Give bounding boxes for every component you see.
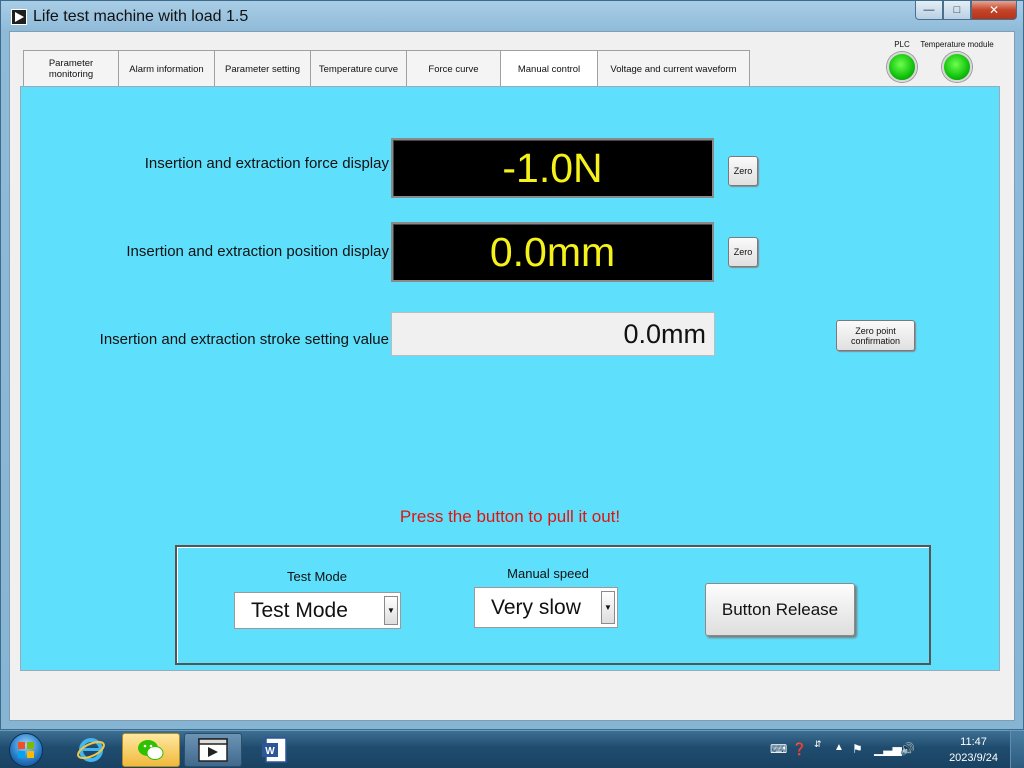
manual-speed-value: Very slow bbox=[491, 595, 581, 619]
maximize-button[interactable]: □ bbox=[943, 1, 971, 20]
chevron-down-icon[interactable]: ▼ bbox=[384, 596, 398, 625]
word-icon[interactable]: W bbox=[246, 733, 304, 767]
button-release-button[interactable]: Button Release bbox=[705, 583, 855, 636]
internet-explorer-icon[interactable] bbox=[62, 733, 120, 767]
test-mode-select[interactable]: Test Mode ▼ bbox=[234, 592, 401, 629]
app-icon[interactable] bbox=[11, 9, 27, 25]
plc-status-led bbox=[887, 52, 917, 82]
help-icon[interactable]: ❓ bbox=[792, 742, 807, 756]
tab-parameter-setting[interactable]: Parameter setting bbox=[214, 50, 311, 87]
window-controls: — □ ✕ bbox=[915, 1, 1017, 20]
show-desktop-button[interactable] bbox=[1010, 731, 1024, 768]
clock-date: 2023/9/24 bbox=[949, 752, 998, 764]
windows-logo-icon bbox=[9, 733, 43, 767]
wechat-icon[interactable] bbox=[122, 733, 180, 767]
stroke-setting-input[interactable]: 0.0mm bbox=[391, 312, 715, 356]
zero-point-line1: Zero point bbox=[855, 325, 896, 336]
signal-icon[interactable]: ▁▃▅ bbox=[874, 742, 902, 756]
app-window: Life test machine with load 1.5 — □ ✕ Pa… bbox=[0, 0, 1024, 730]
clock[interactable]: 11:47 2023/9/24 bbox=[949, 734, 998, 766]
position-display-label: Insertion and extraction position displa… bbox=[126, 243, 389, 260]
client-area: Parameter monitoring Alarm information P… bbox=[9, 31, 1015, 721]
control-groupbox: Test Mode Test Mode ▼ Manual speed Very … bbox=[175, 545, 931, 665]
force-zero-button[interactable]: Zero bbox=[728, 156, 758, 186]
temperature-module-status-led bbox=[942, 52, 972, 82]
tab-manual-control[interactable]: Manual control bbox=[500, 50, 598, 88]
tab-voltage-current-waveform[interactable]: Voltage and current waveform bbox=[597, 50, 750, 87]
app-window-icon[interactable] bbox=[184, 733, 242, 767]
tab-parameter-monitoring[interactable]: Parameter monitoring bbox=[23, 50, 119, 87]
position-display: 0.0mm bbox=[391, 222, 714, 282]
force-display: -1.0N bbox=[391, 138, 714, 198]
zero-point-line2: confirmation bbox=[850, 335, 901, 346]
clock-time: 11:47 bbox=[960, 736, 987, 748]
keyboard-icon[interactable]: ⌨ bbox=[770, 742, 787, 756]
test-mode-value: Test Mode bbox=[251, 598, 348, 622]
tab-bar: Parameter monitoring Alarm information P… bbox=[23, 50, 750, 88]
instruction-text: Press the button to pull it out! bbox=[399, 507, 621, 526]
stroke-setting-label: Insertion and extraction stroke setting … bbox=[99, 331, 389, 348]
chevron-down-icon[interactable]: ▼ bbox=[601, 591, 615, 624]
tab-force-curve[interactable]: Force curve bbox=[406, 50, 501, 87]
tab-temperature-curve[interactable]: Temperature curve bbox=[310, 50, 407, 87]
force-display-label: Insertion and extraction force display bbox=[144, 155, 389, 172]
flag-icon[interactable]: ⚑ bbox=[852, 742, 863, 756]
manual-speed-select[interactable]: Very slow ▼ bbox=[474, 587, 618, 628]
system-tray: ⌨ ❓ ⇵ ▲ ⚑ ▁▃▅ 🔊 11:47 2023/9/24 bbox=[764, 731, 1024, 768]
test-mode-label: Test Mode bbox=[287, 569, 347, 584]
zero-point-confirmation-button[interactable]: Zero point confirmation bbox=[836, 320, 915, 351]
network-share-icon[interactable]: ⇵ bbox=[814, 739, 822, 750]
minimize-button[interactable]: — bbox=[915, 1, 943, 20]
temperature-module-indicator: Temperature module bbox=[915, 40, 999, 82]
close-button[interactable]: ✕ bbox=[971, 1, 1017, 20]
manual-speed-label: Manual speed bbox=[507, 566, 589, 581]
window-title: Life test machine with load 1.5 bbox=[33, 8, 249, 25]
start-button[interactable] bbox=[4, 732, 48, 768]
taskbar: W ⌨ ❓ ⇵ ▲ ⚑ ▁▃▅ 🔊 11:47 2023/9/24 bbox=[0, 730, 1024, 768]
position-zero-button[interactable]: Zero bbox=[728, 237, 758, 267]
title-bar[interactable]: Life test machine with load 1.5 — □ ✕ bbox=[1, 1, 1023, 31]
svg-text:W: W bbox=[265, 746, 275, 757]
chevron-up-icon[interactable]: ▲ bbox=[834, 742, 844, 753]
temperature-module-label: Temperature module bbox=[920, 40, 994, 49]
volume-icon[interactable]: 🔊 bbox=[900, 742, 915, 756]
manual-control-panel: Insertion and extraction force display -… bbox=[20, 86, 1000, 671]
tab-alarm-information[interactable]: Alarm information bbox=[118, 50, 215, 87]
